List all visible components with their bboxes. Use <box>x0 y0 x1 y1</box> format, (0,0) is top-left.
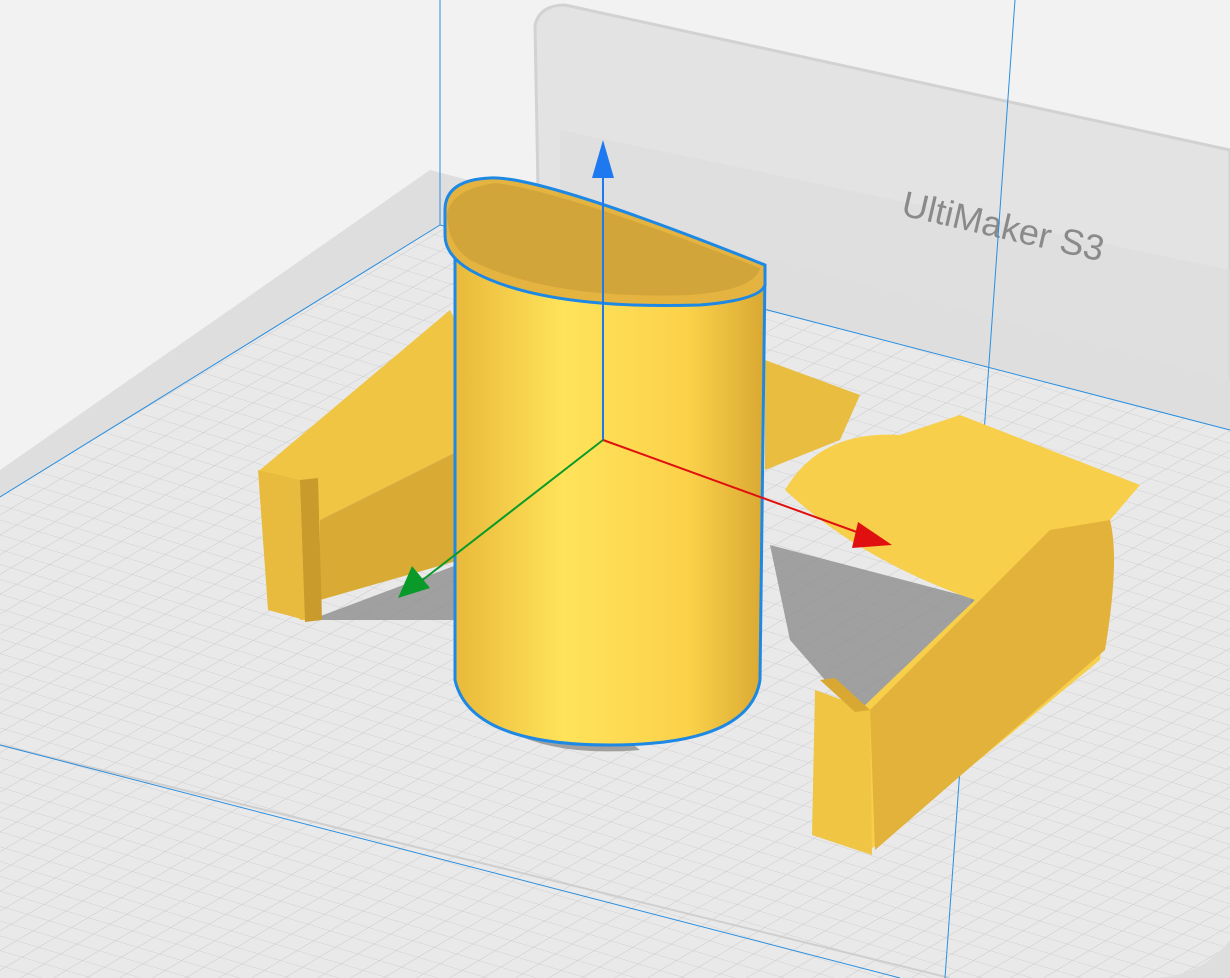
scene[interactable]: UltiMaker S3 <box>0 0 1230 978</box>
3d-viewport[interactable]: UltiMaker S3 <box>0 0 1230 978</box>
model-cylinder-selected[interactable] <box>443 176 767 747</box>
